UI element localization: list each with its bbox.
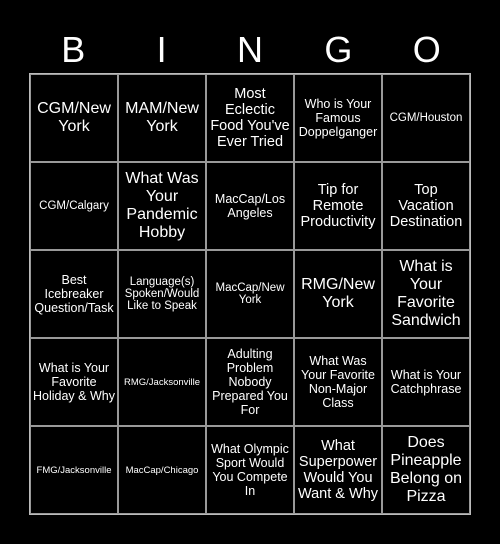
bingo-cell[interactable]: Top Vacation Destination [382,162,470,250]
header-letter-n: N [236,29,263,70]
bingo-cell[interactable]: CGM/New York [30,74,118,162]
bingo-cell[interactable]: Who is Your Famous Doppelganger [294,74,382,162]
bingo-cell[interactable]: Adulting Problem Nobody Prepared You For [206,338,294,426]
bingo-cell[interactable]: What is Your Favorite Sandwich [382,250,470,338]
bingo-header: B I N G O [29,28,471,72]
header-letter-b: B [61,29,86,70]
bingo-cell[interactable]: What Was Your Pandemic Hobby [118,162,206,250]
bingo-cell[interactable]: RMG/New York [294,250,382,338]
header-letter-o: O [412,29,441,70]
bingo-card: CGM/New York MAM/New York Most Eclectic … [29,73,471,515]
bingo-cell[interactable]: What is Your Catchphrase [382,338,470,426]
bingo-cell[interactable]: Best Icebreaker Question/Task [30,250,118,338]
bingo-cell[interactable]: CGM/Calgary [30,162,118,250]
bingo-cell[interactable]: Does Pineapple Belong on Pizza [382,426,470,514]
bingo-cell[interactable]: CGM/Houston [382,74,470,162]
bingo-cell[interactable]: MacCap/Los Angeles [206,162,294,250]
bingo-cell[interactable]: What Superpower Would You Want & Why [294,426,382,514]
bingo-cell[interactable]: MacCap/New York [206,250,294,338]
header-letter-i: I [156,29,167,70]
bingo-cell[interactable]: What Was Your Favorite Non-Major Class [294,338,382,426]
bingo-cell[interactable]: What Olympic Sport Would You Compete In [206,426,294,514]
bingo-cell[interactable]: RMG/Jacksonville [118,338,206,426]
bingo-cell[interactable]: Tip for Remote Productivity [294,162,382,250]
bingo-cell[interactable]: Language(s) Spoken/Would Like to Speak [118,250,206,338]
bingo-cell[interactable]: MAM/New York [118,74,206,162]
bingo-cell[interactable]: MacCap/Chicago [118,426,206,514]
bingo-cell[interactable]: Most Eclectic Food You've Ever Tried [206,74,294,162]
bingo-cell[interactable]: What is Your Favorite Holiday & Why [30,338,118,426]
bingo-cell[interactable]: FMG/Jacksonville [30,426,118,514]
header-letter-g: G [324,29,353,70]
